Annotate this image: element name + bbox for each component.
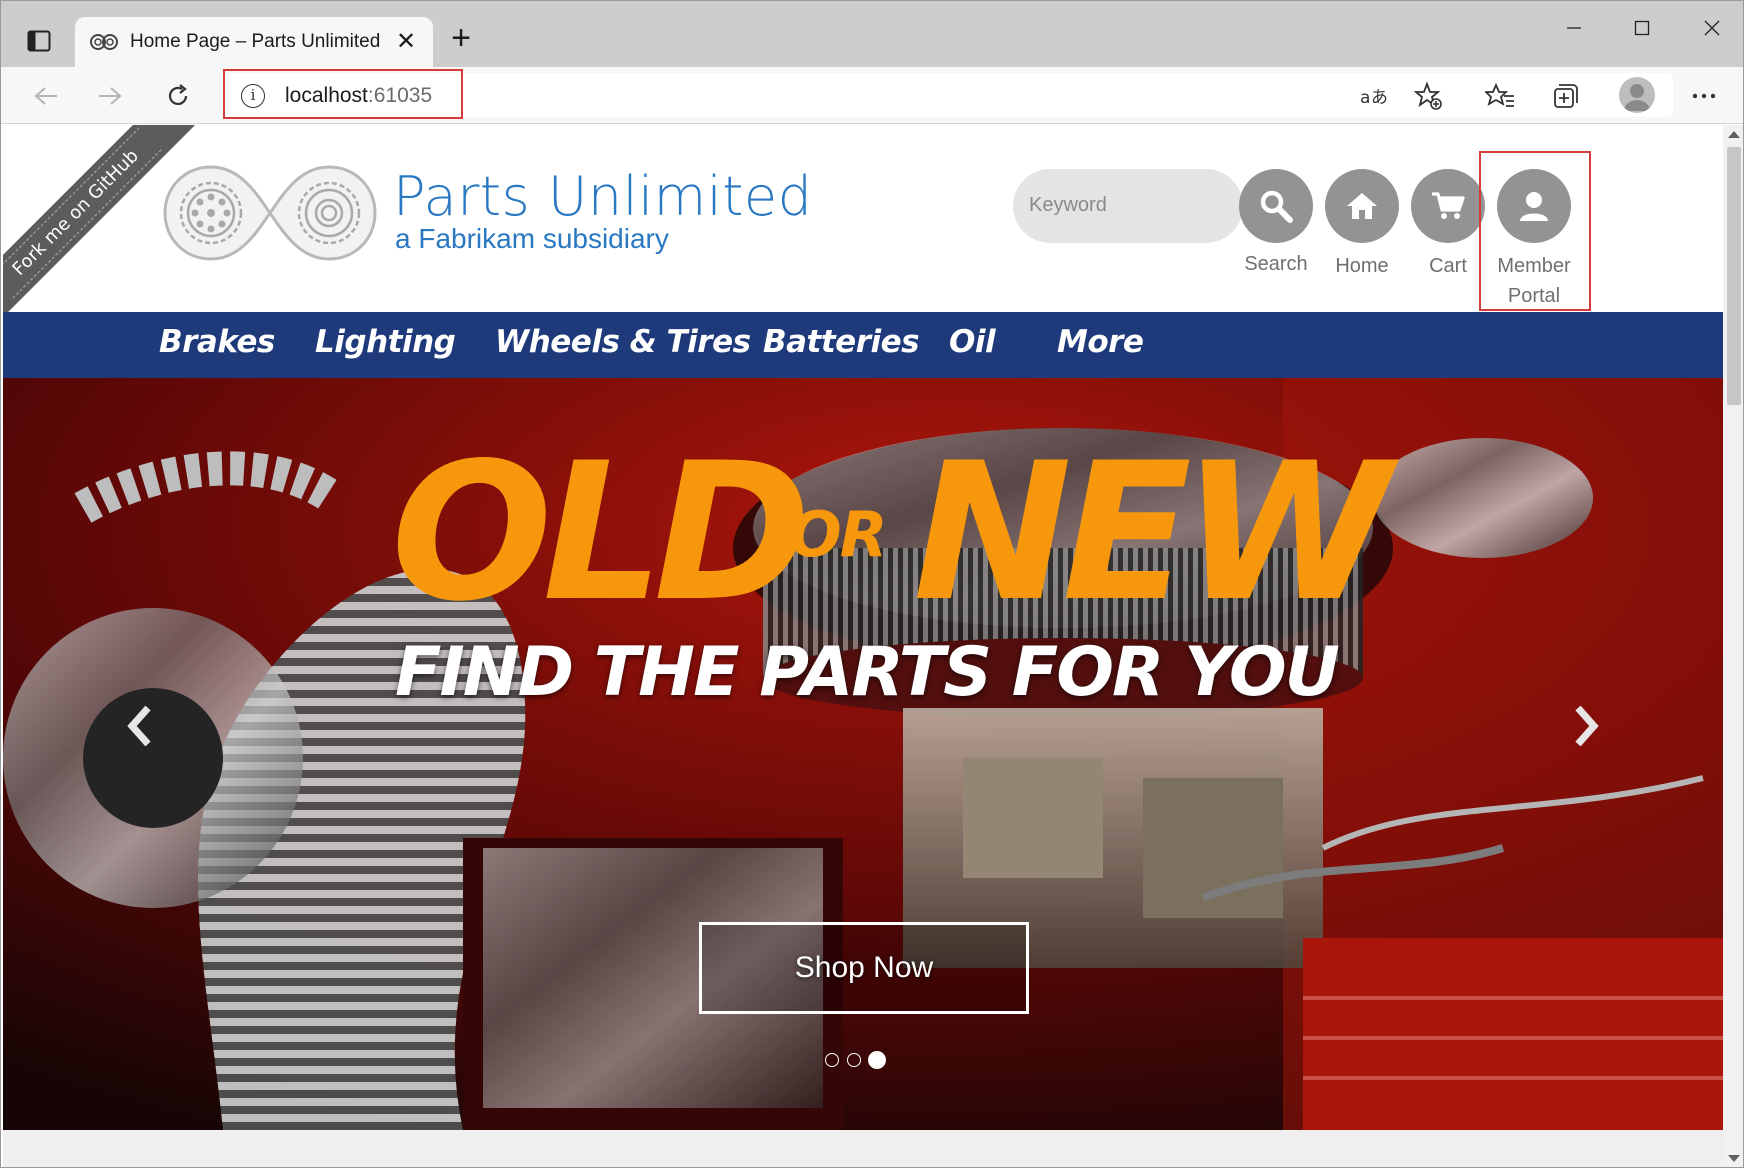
carousel-next-icon[interactable] <box>1567 696 1607 756</box>
parts-unlimited-favicon-icon <box>89 31 119 53</box>
brand-title[interactable]: Parts Unlimited <box>393 165 812 228</box>
brand-subtitle: a Fabrikam subsidiary <box>395 223 669 254</box>
carousel-indicator-dot[interactable] <box>825 1053 839 1067</box>
refresh-icon[interactable] <box>159 77 197 115</box>
nav-item-lighting[interactable]: Lighting <box>315 324 456 360</box>
tab-close-icon[interactable]: ✕ <box>393 29 419 55</box>
hero-word-new: NEW <box>913 422 1391 643</box>
carousel-indicator-dot[interactable] <box>847 1053 861 1067</box>
cart-button[interactable] <box>1411 169 1485 243</box>
collections-icon[interactable] <box>1549 79 1583 113</box>
shop-now-button[interactable]: Shop Now <box>699 922 1029 1014</box>
hero-carousel: OLD OR NEW FIND THE PARTS FOR YOU Shop N… <box>3 378 1723 1130</box>
hero-word-old: OLD <box>391 422 811 643</box>
page-below-hero <box>3 1130 1723 1167</box>
nav-item-batteries[interactable]: Batteries <box>763 324 920 360</box>
tab-title: Home Page – Parts Unlimited <box>130 31 381 52</box>
cart-icon <box>1432 192 1465 219</box>
tab-actions-icon[interactable] <box>21 23 57 59</box>
settings-more-icon[interactable] <box>1687 79 1721 113</box>
parts-unlimited-logo-icon[interactable] <box>159 161 381 265</box>
hero-subtitle: FIND THE PARTS FOR YOU <box>395 633 1340 712</box>
home-icon <box>1347 193 1377 219</box>
carousel-indicator-dot[interactable] <box>868 1051 886 1069</box>
search-input[interactable] <box>1029 185 1209 225</box>
scroll-thumb[interactable] <box>1727 147 1741 405</box>
category-nav: Brakes Lighting Wheels & Tires Batteries… <box>3 312 1723 378</box>
home-button[interactable] <box>1325 169 1399 243</box>
hero-word-or: OR <box>789 498 887 571</box>
browser-window: Home Page – Parts Unlimited ✕ + i localh… <box>0 0 1744 1168</box>
nav-item-wheels-tires[interactable]: Wheels & Tires <box>495 324 751 360</box>
address-highlight-box <box>223 69 463 119</box>
search-button[interactable] <box>1239 169 1313 243</box>
new-tab-icon[interactable]: + <box>445 21 477 55</box>
back-icon[interactable] <box>27 77 65 115</box>
browser-tab-active[interactable]: Home Page – Parts Unlimited ✕ <box>75 17 433 67</box>
browser-toolbar: i localhost:61035 aあ <box>1 67 1743 124</box>
page-viewport: Fork me on GitHub Parts Unlimited a Fabr… <box>3 125 1723 1167</box>
add-favorite-icon[interactable] <box>1411 79 1445 113</box>
scroll-down-icon[interactable] <box>1728 1155 1740 1162</box>
ribbon-text: Fork me on GitHub <box>3 127 162 299</box>
search-icon <box>1260 190 1293 223</box>
nav-item-brakes[interactable]: Brakes <box>159 324 275 360</box>
search-box <box>1013 169 1243 243</box>
svg-text:あ: あ <box>1371 88 1388 108</box>
profile-avatar-icon[interactable] <box>1619 77 1655 113</box>
page-scrollbar[interactable] <box>1723 125 1743 1167</box>
scroll-up-icon[interactable] <box>1728 131 1740 138</box>
favorites-icon[interactable] <box>1483 79 1517 113</box>
carousel-prev-icon[interactable] <box>119 696 159 756</box>
nav-item-oil[interactable]: Oil <box>949 324 996 360</box>
svg-text:a: a <box>1360 88 1370 108</box>
minimize-icon[interactable] <box>1551 13 1597 43</box>
read-aloud-translate-icon[interactable]: aあ <box>1357 79 1391 113</box>
forward-icon[interactable] <box>91 77 129 115</box>
window-close-icon[interactable] <box>1689 13 1735 43</box>
browser-titlebar: Home Page – Parts Unlimited ✕ + <box>1 1 1743 67</box>
nav-item-more[interactable]: More <box>1057 324 1144 360</box>
member-portal-highlight-box <box>1479 151 1591 311</box>
engine-photo <box>3 378 1723 1130</box>
maximize-icon[interactable] <box>1619 13 1665 43</box>
